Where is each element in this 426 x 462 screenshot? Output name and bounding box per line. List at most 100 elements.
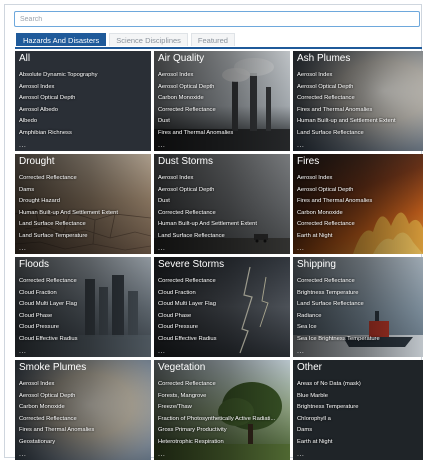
list-item[interactable]: Brightness Temperature bbox=[297, 402, 361, 414]
search-input[interactable] bbox=[14, 11, 420, 27]
list-item[interactable]: Fires and Thermal Anomalies bbox=[297, 196, 372, 208]
more-indicator[interactable]: ... bbox=[19, 451, 26, 458]
list-item[interactable]: Dams bbox=[19, 185, 118, 197]
list-item[interactable]: Land Surface Reflectance bbox=[19, 219, 118, 231]
tab-featured[interactable]: Featured bbox=[190, 33, 235, 46]
list-item[interactable]: Corrected Reflectance bbox=[19, 414, 94, 426]
category-card-severe-storms[interactable]: Severe Storms Corrected Reflectance Clou… bbox=[154, 257, 290, 357]
list-item[interactable]: Aerosol Index bbox=[158, 173, 257, 185]
list-item[interactable]: Forests, Mangrove bbox=[158, 391, 275, 403]
list-item[interactable]: Human Built-up and Settlement Extent bbox=[297, 116, 396, 128]
more-indicator[interactable]: ... bbox=[297, 451, 304, 458]
list-item[interactable]: Areas of No Data (mask) bbox=[297, 379, 361, 391]
list-item[interactable]: Aerosol Index bbox=[297, 173, 372, 185]
list-item[interactable]: Absolute Dynamic Topography bbox=[19, 70, 98, 82]
category-card-vegetation[interactable]: Vegetation Corrected Reflectance Forests… bbox=[154, 360, 290, 460]
list-item[interactable]: Aerosol Index bbox=[19, 82, 98, 94]
list-item[interactable]: Sea Ice bbox=[297, 322, 380, 334]
list-item[interactable]: Cloud Phase bbox=[19, 311, 78, 323]
list-item[interactable]: Aerosol Optical Depth bbox=[158, 82, 233, 94]
list-item[interactable]: Drought Hazard bbox=[19, 196, 118, 208]
list-item[interactable]: Freeze/Thaw bbox=[158, 402, 275, 414]
list-item[interactable]: Land Surface Reflectance bbox=[158, 231, 257, 243]
list-item[interactable]: Radiance bbox=[297, 311, 380, 323]
list-item[interactable]: Carbon Monoxide bbox=[158, 93, 233, 105]
more-indicator[interactable]: ... bbox=[158, 451, 165, 458]
list-item[interactable]: Fires and Thermal Anomalies bbox=[297, 105, 396, 117]
list-item[interactable]: Dust bbox=[158, 116, 233, 128]
list-item[interactable]: Land Surface Reflectance bbox=[297, 128, 396, 140]
more-indicator[interactable]: ... bbox=[19, 142, 26, 149]
tab-hazards-and-disasters[interactable]: Hazards And Disasters bbox=[16, 33, 107, 46]
more-indicator[interactable]: ... bbox=[158, 348, 165, 355]
tab-science-disciplines[interactable]: Science Disciplines bbox=[109, 33, 188, 46]
list-item[interactable]: Dams bbox=[297, 425, 361, 437]
list-item[interactable]: Carbon Monoxide bbox=[297, 208, 372, 220]
list-item[interactable]: Carbon Monoxide bbox=[19, 402, 94, 414]
category-card-ash-plumes[interactable]: Ash Plumes Aerosol Index Aerosol Optical… bbox=[293, 51, 423, 151]
list-item[interactable]: Blue Marble bbox=[297, 391, 361, 403]
category-card-smoke-plumes[interactable]: Smoke Plumes Aerosol Index Aerosol Optic… bbox=[15, 360, 151, 460]
more-indicator[interactable]: ... bbox=[158, 142, 165, 149]
list-item[interactable]: Earth at Night bbox=[297, 231, 372, 243]
list-item[interactable]: Aerosol Optical Depth bbox=[158, 185, 257, 197]
list-item[interactable]: Cloud Effective Radius bbox=[158, 334, 217, 346]
list-item[interactable]: Heterotrophic Respiration bbox=[158, 437, 275, 449]
list-item[interactable]: Aerosol Index bbox=[158, 70, 233, 82]
list-item[interactable]: Human Built-up And Settlement Extent bbox=[19, 208, 118, 220]
list-item[interactable]: Sea Ice Brightness Temperature bbox=[297, 334, 380, 346]
category-card-shipping[interactable]: Shipping Corrected Reflectance Brightnes… bbox=[293, 257, 423, 357]
list-item[interactable]: Corrected Reflectance bbox=[158, 276, 217, 288]
list-item[interactable]: Albedo bbox=[19, 116, 98, 128]
list-item[interactable]: Corrected Reflectance bbox=[158, 379, 275, 391]
list-item[interactable]: Amphibian Richness bbox=[19, 128, 98, 140]
more-indicator[interactable]: ... bbox=[19, 348, 26, 355]
list-item[interactable]: Fires and Thermal Anomalies bbox=[158, 128, 233, 140]
list-item[interactable]: Earth at Night bbox=[297, 437, 361, 449]
more-indicator[interactable]: ... bbox=[297, 348, 304, 355]
list-item[interactable]: Cloud Fraction bbox=[19, 288, 78, 300]
category-card-fires[interactable]: Fires Aerosol Index Aerosol Optical Dept… bbox=[293, 154, 423, 254]
category-card-floods[interactable]: Floods Corrected Reflectance Cloud Fract… bbox=[15, 257, 151, 357]
list-item[interactable]: Aerosol Optical Depth bbox=[297, 185, 372, 197]
more-indicator[interactable]: ... bbox=[158, 245, 165, 252]
list-item[interactable]: Land Surface Temperature bbox=[19, 231, 118, 243]
list-item[interactable]: Fraction of Photosynthetically Active Ra… bbox=[158, 414, 275, 426]
list-item[interactable]: Aerosol Optical Depth bbox=[297, 82, 396, 94]
list-item[interactable]: Aerosol Albedo bbox=[19, 105, 98, 117]
list-item[interactable]: Corrected Reflectance bbox=[297, 93, 396, 105]
more-indicator[interactable]: ... bbox=[297, 245, 304, 252]
list-item[interactable]: Cloud Effective Radius bbox=[19, 334, 78, 346]
list-item[interactable]: Aerosol Optical Depth bbox=[19, 391, 94, 403]
list-item[interactable]: Corrected Reflectance bbox=[158, 208, 257, 220]
list-item[interactable]: Aerosol Optical Depth bbox=[19, 93, 98, 105]
list-item[interactable]: Cloud Multi Layer Flag bbox=[158, 299, 217, 311]
list-item[interactable]: Aerosol Index bbox=[19, 379, 94, 391]
list-item[interactable]: Corrected Reflectance bbox=[19, 173, 118, 185]
list-item[interactable]: Cloud Multi Layer Flag bbox=[19, 299, 78, 311]
list-item[interactable]: Dust bbox=[158, 196, 257, 208]
list-item[interactable]: Fires and Thermal Anomalies bbox=[19, 425, 94, 437]
more-indicator[interactable]: ... bbox=[297, 142, 304, 149]
list-item[interactable]: Chlorophyll a bbox=[297, 414, 361, 426]
list-item[interactable]: Corrected Reflectance bbox=[297, 219, 372, 231]
list-item[interactable]: Aerosol Index bbox=[297, 70, 396, 82]
list-item[interactable]: Corrected Reflectance bbox=[19, 276, 78, 288]
list-item[interactable]: Cloud Phase bbox=[158, 311, 217, 323]
list-item[interactable]: Gross Primary Productivity bbox=[158, 425, 275, 437]
category-card-all[interactable]: All Absolute Dynamic Topography Aerosol … bbox=[15, 51, 151, 151]
list-item[interactable]: Geostationary bbox=[19, 437, 94, 449]
category-card-other[interactable]: Other Areas of No Data (mask) Blue Marbl… bbox=[293, 360, 423, 460]
list-item[interactable]: Cloud Pressure bbox=[158, 322, 217, 334]
list-item[interactable]: Corrected Reflectance bbox=[158, 105, 233, 117]
list-item[interactable]: Brightness Temperature bbox=[297, 288, 380, 300]
list-item[interactable]: Cloud Pressure bbox=[19, 322, 78, 334]
list-item[interactable]: Cloud Fraction bbox=[158, 288, 217, 300]
list-item[interactable]: Corrected Reflectance bbox=[297, 276, 380, 288]
list-item[interactable]: Land Surface Reflectance bbox=[297, 299, 380, 311]
list-item[interactable]: Human Built-up And Settlement Extent bbox=[158, 219, 257, 231]
category-card-drought[interactable]: Drought Corrected Reflectance Dams Droug… bbox=[15, 154, 151, 254]
category-card-air-quality[interactable]: Air Quality Aerosol Index Aerosol Optica… bbox=[154, 51, 290, 151]
category-card-dust-storms[interactable]: Dust Storms Aerosol Index Aerosol Optica… bbox=[154, 154, 290, 254]
more-indicator[interactable]: ... bbox=[19, 245, 26, 252]
